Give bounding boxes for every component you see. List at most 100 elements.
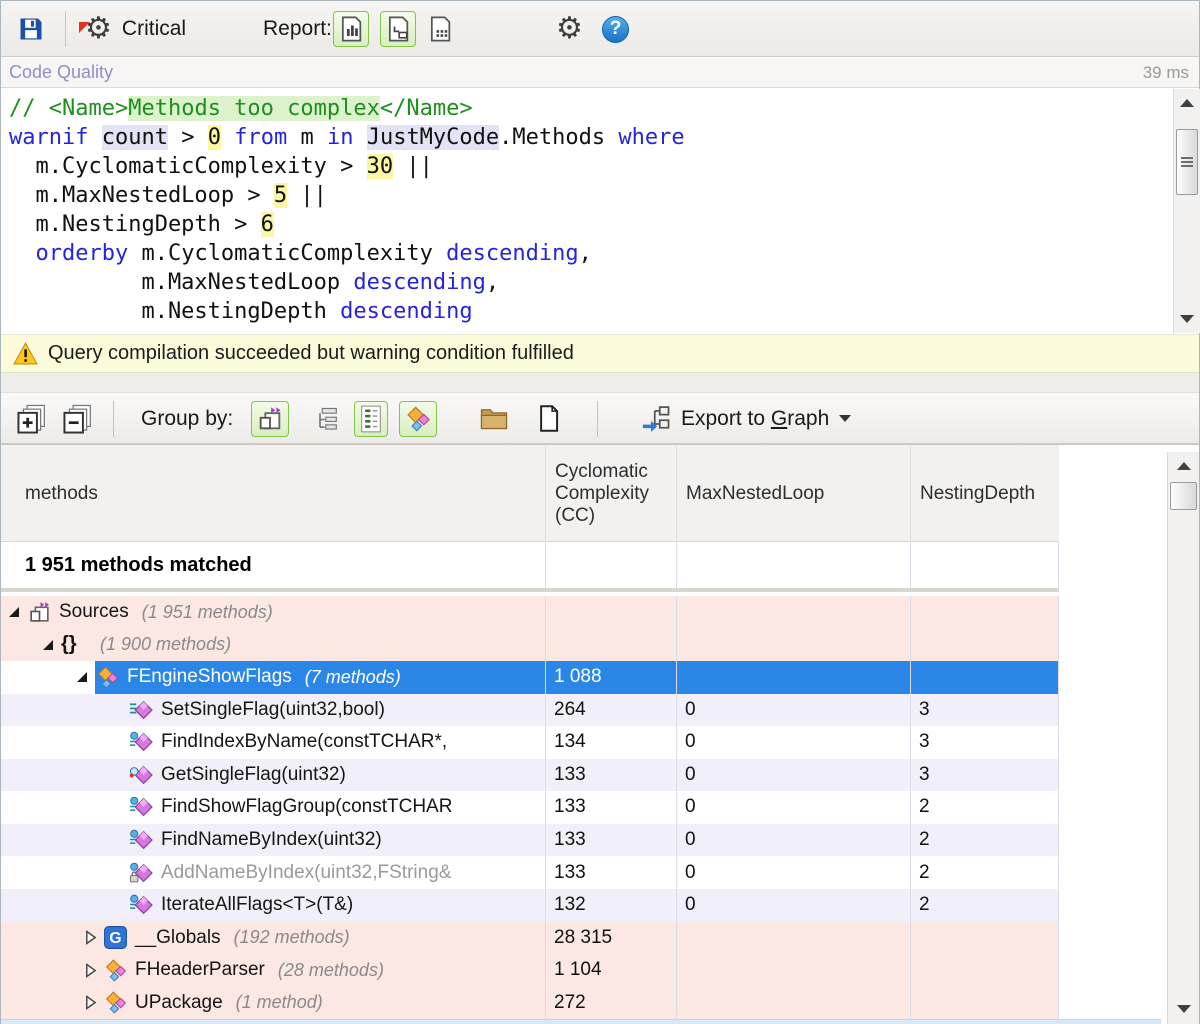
table-row[interactable]: FindShowFlagGroup(constTCHAR13302 [1, 791, 1059, 824]
dropdown-caret-icon[interactable] [839, 415, 851, 422]
column-header-cyclomatic-complexity[interactable]: Cyclomatic Complexity (CC) [546, 445, 677, 542]
table-row[interactable]: UPackage(1 method)272 [1, 986, 1059, 1019]
table-header: methods Cyclomatic Complexity (CC) MaxNe… [1, 445, 1059, 542]
main-toolbar: ⚙ Critical Report: ⚙ ? [1, 1, 1199, 57]
column-header-methods[interactable]: methods [1, 445, 546, 542]
new-file-button[interactable] [537, 393, 560, 444]
maxnestedloop-value: 0 [685, 731, 696, 753]
expand-node-icon[interactable] [77, 930, 103, 945]
settings-button[interactable]: ⚙ [556, 1, 583, 57]
cc-value: 132 [554, 894, 586, 916]
table-row[interactable]: IterateAllFlags<T>(T&) 132 0 2 [1, 889, 1059, 922]
collapse-all-button[interactable] [62, 393, 94, 444]
nestingdepth-value: 2 [919, 894, 930, 916]
row-method-count: (1 951 methods) [142, 602, 273, 623]
report-chart-icon [338, 15, 364, 43]
toolbar-separator [65, 11, 66, 47]
cc-value: 1 088 [554, 666, 602, 688]
table-row[interactable]: GetSingleFlag(uint32)13303 [1, 759, 1059, 792]
group-by-namespaces-button[interactable] [313, 393, 341, 444]
maxnestedloop-value: 0 [685, 894, 696, 916]
export-label-rest: raph [787, 407, 829, 430]
warning-triangle-icon [13, 342, 38, 365]
type-icon [103, 958, 129, 982]
type-icon [103, 991, 129, 1015]
table-scrollbar[interactable] [1167, 452, 1199, 1024]
table-row[interactable]: AddNameByIndex(uint32,FString&13302 [1, 856, 1059, 889]
toolbar-separator [597, 401, 598, 437]
row-method-count: (28 methods) [278, 960, 384, 981]
report-chart-button[interactable] [333, 11, 369, 47]
cc-value: 272 [554, 992, 586, 1014]
globals-icon: G [103, 926, 129, 950]
table-row[interactable]: {} (1 900 methods) [1, 629, 1059, 662]
cc-value: 134 [554, 731, 586, 753]
group-by-types-button[interactable] [399, 401, 437, 437]
export-label-prefix: Export to [681, 407, 771, 430]
report-export-button[interactable] [380, 11, 416, 47]
collapse-node-icon[interactable] [9, 607, 27, 617]
nestingdepth-value: 3 [919, 764, 930, 786]
collapse-node-icon[interactable] [77, 672, 95, 682]
expand-node-icon[interactable] [77, 995, 103, 1010]
scroll-down-icon[interactable] [1168, 997, 1199, 1021]
scroll-up-icon[interactable] [1168, 454, 1199, 478]
row-name: FindIndexByName(constTCHAR*, [161, 731, 447, 753]
table-row[interactable]: FEngineShowFlags (7 methods) 1 088 [1, 661, 1059, 694]
query-header: Code Quality 39 ms [1, 58, 1199, 88]
assembly-icon [256, 405, 284, 433]
method-sphere-icon [129, 893, 155, 917]
export-to-graph-button[interactable]: Export to Graph [641, 393, 851, 444]
table-row[interactable]: FHeaderParser(28 methods)1 104 [1, 954, 1059, 987]
editor-scrollbar[interactable] [1173, 89, 1200, 333]
method-list-icon [359, 405, 383, 433]
row-method-count: (1 900 methods) [100, 634, 231, 655]
svg-text:G: G [109, 930, 121, 947]
table-row[interactable]: FindNameByIndex(uint32)13302 [1, 824, 1059, 857]
settings-gear-icon: ⚙ [556, 14, 583, 44]
nestingdepth-value: 2 [919, 862, 930, 884]
critical-filter-button[interactable]: ⚙ Critical [85, 1, 186, 57]
scroll-down-icon[interactable] [1174, 307, 1200, 331]
table-row[interactable]: Sources(1 951 methods) [1, 596, 1059, 629]
save-icon [17, 15, 45, 43]
collapse-all-icon [62, 403, 94, 435]
folder-icon [479, 406, 509, 431]
report-matrix-icon [427, 15, 453, 43]
table-row[interactable]: G__Globals(192 methods)28 315 [1, 921, 1059, 954]
cc-value: 133 [554, 862, 586, 884]
namespace-tree-icon [313, 405, 341, 433]
row-name: SetSingleFlag(uint32,bool) [161, 699, 385, 721]
namespace-braces-icon: {} [61, 633, 87, 656]
row-name: FEngineShowFlags [127, 666, 292, 688]
column-header-maxnestedloop[interactable]: MaxNestedLoop [677, 445, 911, 542]
report-matrix-button[interactable] [427, 1, 453, 57]
group-by-methods-button[interactable] [354, 401, 388, 437]
editor-scrollbar-thumb[interactable] [1176, 129, 1198, 195]
row-method-count: (7 methods) [305, 667, 401, 688]
table-row[interactable]: FindIndexByName(constTCHAR*,13403 [1, 726, 1059, 759]
nestingdepth-value: 3 [919, 699, 930, 721]
expand-node-icon[interactable] [77, 963, 103, 978]
save-button[interactable] [17, 1, 45, 57]
column-header-nestingdepth[interactable]: NestingDepth [911, 445, 1059, 542]
cc-value: 28 315 [554, 927, 612, 949]
query-editor[interactable]: // <Name>Methods too complex</Name>warni… [1, 89, 1172, 333]
expand-all-button[interactable] [16, 393, 48, 444]
cc-value: 264 [554, 699, 586, 721]
folder-button[interactable] [479, 393, 509, 444]
row-name: FindShowFlagGroup(constTCHAR [161, 796, 452, 818]
help-button[interactable]: ? [602, 1, 629, 57]
match-count: 1 951 methods matched [25, 554, 252, 577]
row-name: IterateAllFlags<T>(T&) [161, 894, 353, 916]
toolbar-separator [113, 401, 114, 437]
collapse-node-icon[interactable] [43, 640, 61, 650]
table-row[interactable]: SetSingleFlag(uint32,bool)26403 [1, 694, 1059, 727]
row-method-count: (1 method) [236, 992, 323, 1013]
table-scrollbar-thumb[interactable] [1170, 482, 1197, 510]
group-by-assemblies-button[interactable] [251, 401, 289, 437]
method-lines-icon [129, 698, 155, 722]
summary-row: 1 951 methods matched [1, 542, 1059, 592]
scroll-up-icon[interactable] [1174, 91, 1200, 115]
partial-row [1, 1019, 1161, 1024]
